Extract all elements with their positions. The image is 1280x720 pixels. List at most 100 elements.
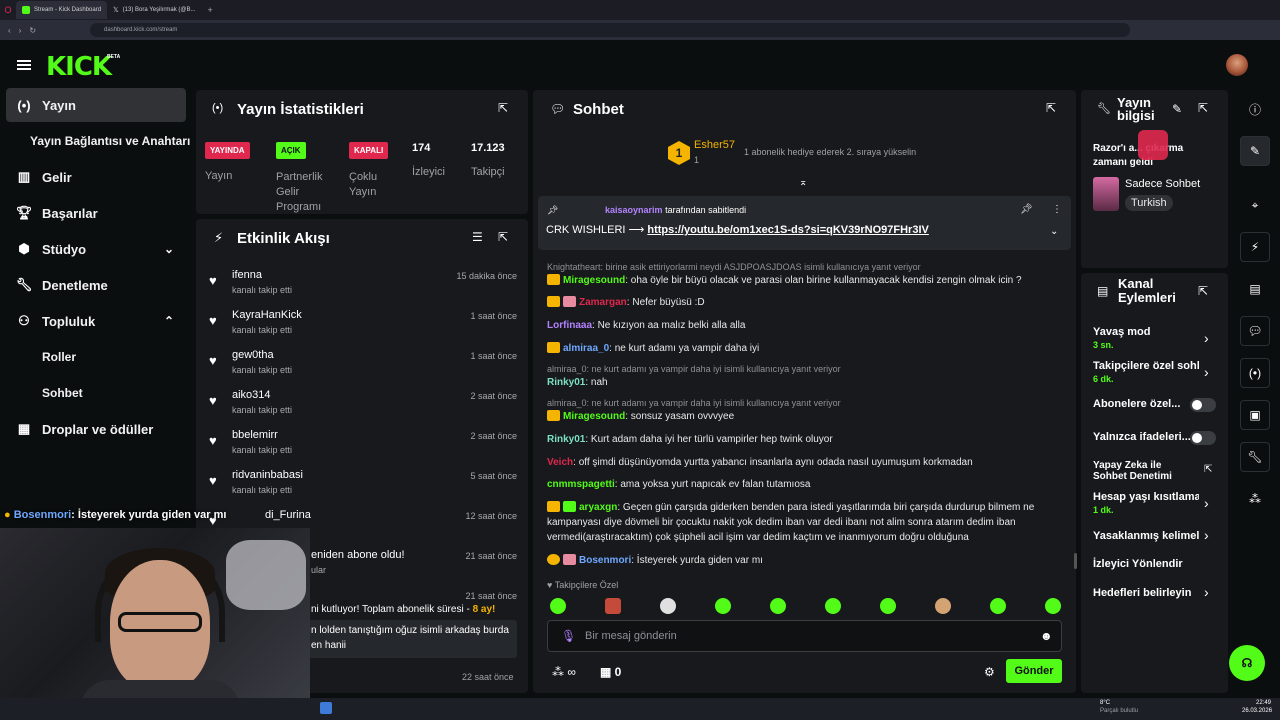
bolt-icon[interactable]: ⚡︎ — [1240, 232, 1270, 262]
tab-x[interactable]: 𝕏 (13) Bora Yeşilırmak (@B... — [107, 1, 201, 19]
action-subscribers-only[interactable]: Abonelere özel... — [1093, 398, 1180, 410]
document-icon[interactable]: ▤ — [1240, 274, 1270, 304]
chevron-right-icon[interactable]: › — [1204, 495, 1209, 511]
points-icon[interactable]: ⁂ ∞ — [552, 665, 576, 679]
menu-icon[interactable] — [17, 60, 31, 70]
kick-logo[interactable]: KICK — [46, 52, 112, 82]
pinned-by-user[interactable]: kaisaoynarim — [605, 205, 663, 215]
top-gifter-name[interactable]: Esher57 — [694, 139, 735, 151]
language-tag[interactable]: Turkish — [1125, 195, 1173, 211]
unpin-icon[interactable]: 📌︎ — [1020, 204, 1033, 215]
reload-icon[interactable]: ↻ — [29, 26, 36, 35]
emote-icon[interactable] — [935, 598, 951, 614]
nav-gelir[interactable]: ▥ Gelir — [6, 160, 186, 194]
action-followers-only[interactable]: Takipçilere özel sohb — [1093, 360, 1199, 372]
popout-icon[interactable]: ⇱ — [1046, 101, 1056, 115]
send-button[interactable]: Gönder — [1006, 659, 1062, 683]
activity-user[interactable]: eniden abone oldu! — [311, 549, 405, 561]
subscribers-only-toggle[interactable] — [1190, 398, 1216, 412]
gift-counter[interactable]: ▦ 0 — [600, 665, 621, 679]
popout-icon[interactable]: ⇱ — [498, 101, 508, 115]
layout-icon[interactable]: ▣ — [1240, 400, 1270, 430]
emote-icon[interactable] — [660, 598, 676, 614]
edit-icon[interactable]: ✎ — [1172, 102, 1182, 116]
nav-roller[interactable]: Roller — [42, 340, 222, 374]
url-field[interactable]: dashboard.kick.com/stream — [90, 23, 1131, 37]
emote-icon[interactable] — [1045, 598, 1061, 614]
help-icon[interactable]: ☊ — [1229, 645, 1265, 681]
emote-icon[interactable] — [715, 598, 731, 614]
emote-icon[interactable] — [770, 598, 786, 614]
pinned-link[interactable]: https://youtu.be/om1xec1S-ds?si=qKV39rNO… — [647, 224, 929, 236]
chat-username[interactable]: almiraa_0 — [563, 343, 609, 354]
emote-icon[interactable] — [880, 598, 896, 614]
new-tab-icon[interactable]: + — [207, 5, 212, 15]
broadcast-icon[interactable]: (•) — [1240, 358, 1270, 388]
popout-icon[interactable]: ⇱ — [1198, 284, 1208, 298]
chevron-right-icon[interactable]: › — [1204, 584, 1209, 600]
activity-user[interactable]: bbelemirr — [232, 429, 278, 441]
activity-user[interactable]: ridvaninbabasi — [232, 469, 303, 481]
category-thumbnail[interactable] — [1093, 177, 1119, 211]
chat-username[interactable]: Miragesound — [563, 275, 625, 286]
emotes-only-toggle[interactable] — [1190, 431, 1216, 445]
nav-yayin[interactable]: (•) Yayın — [6, 88, 186, 122]
chat-username[interactable]: cnmmspagetti — [547, 479, 615, 490]
windows-app-icon[interactable] — [320, 702, 332, 714]
chevron-right-icon[interactable]: › — [1204, 330, 1209, 346]
nav-topluluk[interactable]: ⚇ Topluluk ⌃ — [6, 304, 186, 338]
action-banned-words[interactable]: Yasaklanmış kelimele — [1093, 530, 1199, 542]
popout-icon[interactable]: ⇱ — [1198, 101, 1208, 115]
chevron-down-icon[interactable]: ⌄ — [1050, 226, 1058, 237]
nav-stream-key[interactable]: Yayın Bağlantısı ve Anahtarı — [30, 124, 210, 158]
chat-username[interactable]: aryaxgn — [579, 502, 617, 513]
emote-icon[interactable] — [825, 598, 841, 614]
activity-user[interactable]: gew0tha — [232, 349, 274, 361]
action-goals[interactable]: Hedefleri belirleyin — [1093, 587, 1191, 599]
nav-droplar[interactable]: ▦ Droplar ve ödüller — [6, 412, 186, 446]
nav-studyo[interactable]: ⬢ Stüdyo ⌄ — [6, 232, 186, 266]
activity-user[interactable]: KayraHanKick — [232, 309, 302, 321]
chat-username[interactable]: Rinky01 — [547, 434, 585, 445]
forward-icon[interactable]: › — [19, 26, 22, 35]
chat-username[interactable]: Lorfinaaa — [547, 320, 592, 331]
filter-icon[interactable]: ☰ — [472, 230, 483, 244]
emote-icon[interactable] — [550, 598, 566, 614]
info-icon[interactable]: ⓘ — [1240, 94, 1270, 124]
user-avatar[interactable] — [1226, 54, 1248, 76]
chat-username[interactable]: Bosenmori — [579, 555, 631, 566]
action-slow-mode[interactable]: Yavaş mod — [1093, 326, 1150, 338]
more-icon[interactable]: ⋮ — [1052, 204, 1062, 215]
scan-icon[interactable]: ⌖ — [1240, 190, 1270, 220]
activity-user[interactable]: di_Furina — [265, 509, 311, 521]
category-name[interactable]: Sadece Sohbet — [1125, 178, 1200, 190]
emoji-icon[interactable]: ☻ — [1040, 629, 1053, 643]
tab-kick-dashboard[interactable]: Stream - Kick Dashboard — [16, 1, 108, 19]
nav-basarilar[interactable]: 🏆︎ Başarılar — [6, 196, 186, 230]
action-emotes-only[interactable]: Yalnızca ifadeleri... — [1093, 431, 1191, 443]
wrench-icon[interactable]: 🔧︎ — [1240, 442, 1270, 472]
chat-username[interactable]: Rinky01 — [547, 377, 585, 388]
opera-icon[interactable]: O — [0, 5, 16, 15]
chat-icon[interactable]: 💬︎ — [1240, 316, 1270, 346]
chat-username[interactable]: Miragesound — [563, 411, 625, 422]
external-link-icon[interactable]: ⇱ — [1204, 464, 1212, 475]
chevron-right-icon[interactable]: › — [1204, 527, 1209, 543]
action-account-age[interactable]: Hesap yaşı kısıtlama — [1093, 491, 1199, 503]
chat-username[interactable]: Veich — [547, 457, 573, 468]
emote-icon[interactable] — [605, 598, 621, 614]
activity-user[interactable]: aiko314 — [232, 389, 271, 401]
action-raid[interactable]: İzleyici Yönlendir — [1093, 558, 1183, 570]
action-ai-moderation[interactable]: Yapay Zeka ile Sohbet Denetimi — [1093, 460, 1183, 482]
edit-icon[interactable]: ✎ — [1240, 136, 1270, 166]
chat-username[interactable]: Zamargan — [579, 297, 627, 308]
chat-scrollbar[interactable] — [1074, 553, 1077, 569]
nav-sohbet[interactable]: Sohbet — [42, 376, 222, 410]
back-icon[interactable]: ‹ — [8, 26, 11, 35]
settings-icon[interactable]: ⚙ — [984, 665, 995, 679]
collapse-icon[interactable]: ⌅ — [799, 177, 807, 188]
popout-icon[interactable]: ⇱ — [498, 230, 508, 244]
community-icon[interactable]: ⁂ — [1240, 484, 1270, 514]
chevron-right-icon[interactable]: › — [1204, 364, 1209, 380]
mic-icon[interactable]: 🎙︎ — [561, 629, 576, 643]
